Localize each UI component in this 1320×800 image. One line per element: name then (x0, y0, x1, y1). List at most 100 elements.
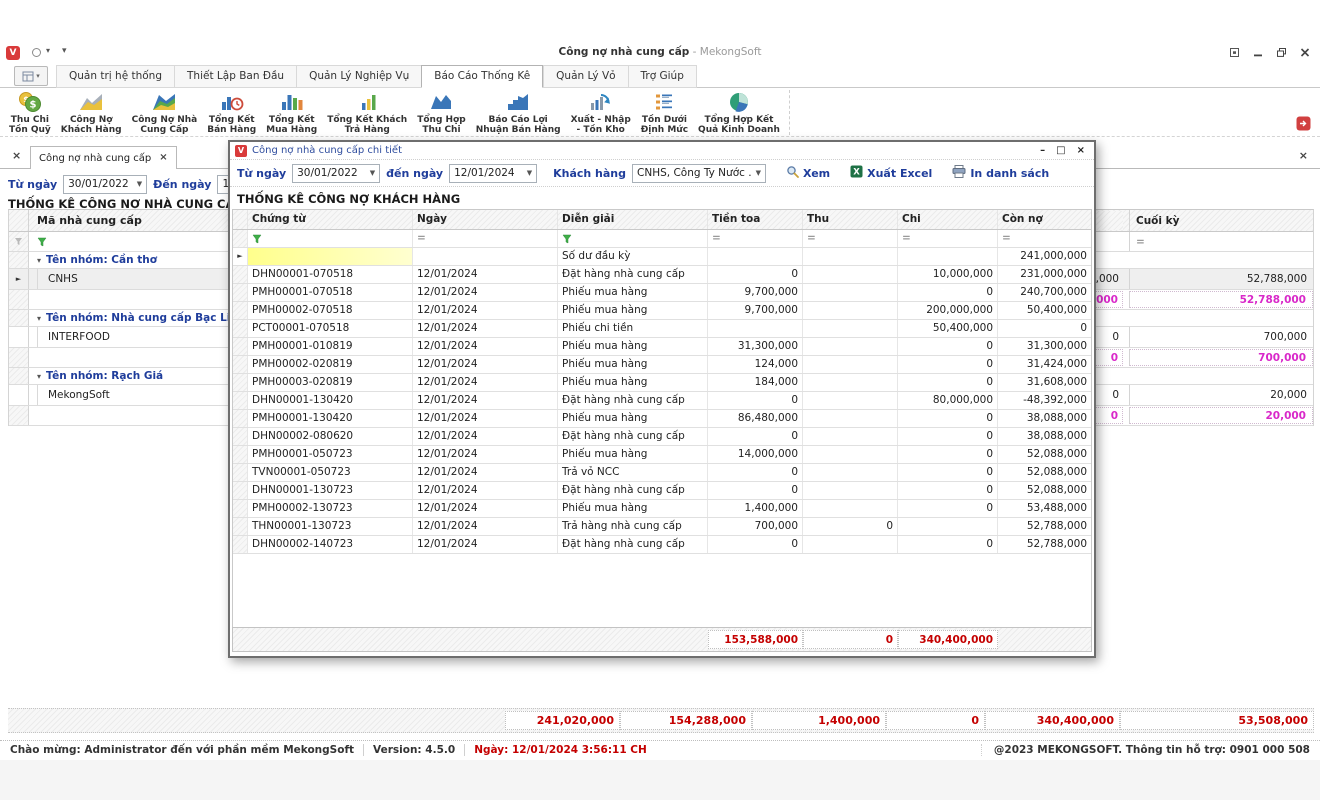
table-row[interactable]: THN00001-13072312/01/2024Trả hàng nhà cu… (233, 518, 1091, 536)
filter-cell[interactable]: = (1129, 232, 1313, 251)
cell: 80,000,000 (898, 392, 998, 409)
cell (898, 248, 998, 265)
cell: 38,088,000 (998, 428, 1091, 445)
column-header-thu[interactable]: Thu (803, 210, 898, 229)
filter-cell[interactable]: = (708, 230, 803, 247)
document-tab[interactable]: Công nợ nhà cung cấp × (30, 146, 177, 169)
ribbon-item-tổng-hợp-thu-chi[interactable]: Tổng HợpThu Chi (412, 88, 470, 135)
collapse-icon[interactable]: ▾ (37, 256, 41, 265)
ribbon-item-thu-chi-tồn-quỹ[interactable]: $$Thu ChiTồn Quỹ (4, 88, 56, 135)
column-header-còn-nợ[interactable]: Còn nợ (998, 210, 1091, 229)
filter-cell[interactable] (248, 230, 413, 247)
ribbon-item-tổng-kết-mua-hàng[interactable]: Tổng KếtMua Hàng (261, 88, 322, 135)
column-header-chi[interactable]: Chi (898, 210, 998, 229)
ribbon-item-tổng-hợp-kết-quả-kinh-doanh[interactable]: Tổng Hợp KếtQuả Kinh Doanh (693, 88, 785, 135)
application-menu-button[interactable]: ▾ (14, 66, 48, 86)
menu-tab-trợ-giúp[interactable]: Trợ Giúp (628, 65, 697, 88)
table-row[interactable]: PMH00001-13042012/01/2024Phiếu mua hàng8… (233, 410, 1091, 428)
table-row[interactable]: PCT00001-07051812/01/2024Phiếu chi tiền5… (233, 320, 1091, 338)
chevron-down-icon[interactable]: ▼ (366, 169, 379, 177)
dialog-title-bar[interactable]: V Công nợ nhà cung cấp chi tiết – □ × (230, 142, 1094, 160)
menu-tab-quản-trị-hệ-thống[interactable]: Quản trị hệ thống (56, 65, 174, 88)
cell: Trả hàng nhà cung cấp (558, 518, 708, 535)
filter-cell[interactable]: = (803, 230, 898, 247)
table-row[interactable]: DHN00002-08062012/01/2024Đặt hàng nhà cu… (233, 428, 1091, 446)
ribbon-item-công-nợ-khách-hàng[interactable]: Công NợKhách Hàng (56, 88, 127, 135)
chevron-down-icon[interactable]: ▼ (133, 180, 146, 188)
svg-text:$: $ (29, 100, 36, 111)
table-row[interactable]: PMH00001-05072312/01/2024Phiếu mua hàng1… (233, 446, 1091, 464)
table-row[interactable]: PMH00003-02081912/01/2024Phiếu mua hàng1… (233, 374, 1091, 392)
table-row[interactable]: DHN00001-13042012/01/2024Đặt hàng nhà cu… (233, 392, 1091, 410)
dialog-to-date-input[interactable]: 12/01/2024▼ (449, 164, 537, 183)
dialog-minimize-icon[interactable]: – (1040, 145, 1045, 156)
ribbon-item-label: Trả Hàng (345, 125, 390, 135)
collapse-icon[interactable]: ▾ (37, 314, 41, 323)
filter-funnel-icon[interactable] (9, 232, 29, 251)
table-row[interactable]: PMH00002-13072312/01/2024Phiếu mua hàng1… (233, 500, 1091, 518)
column-header-diễn-giải[interactable]: Diễn giải (558, 210, 708, 229)
svg-text:X: X (853, 168, 860, 178)
table-row[interactable]: PMH00002-07051812/01/2024Phiếu mua hàng9… (233, 302, 1091, 320)
tab-close-icon[interactable]: × (159, 148, 167, 168)
ribbon-exit-icon[interactable] (1296, 116, 1311, 134)
dialog-from-date-input[interactable]: 30/01/2022▼ (292, 164, 380, 183)
menu-tab-báo-cáo-thống-kê[interactable]: Báo Cáo Thống Kê (421, 65, 543, 88)
filter-cell[interactable] (558, 230, 708, 247)
menu-tab-thiết-lập-ban-đầu[interactable]: Thiết Lập Ban Đầu (174, 65, 296, 88)
row-marker-cell (9, 310, 29, 326)
close-all-tabs-icon[interactable]: × (12, 146, 21, 166)
column-header-ngày[interactable]: Ngày (413, 210, 558, 229)
ribbon-item-báo-cáo-lợi-nhuận-bán-hàng[interactable]: Báo Cáo LợiNhuận Bán Hàng (471, 88, 566, 135)
row-marker-cell (233, 464, 248, 481)
restore-icon[interactable] (1276, 47, 1287, 58)
ribbon-item-tổng-kết-bán-hàng[interactable]: Tổng KếtBán Hàng (202, 88, 261, 135)
menu-tab-quản-lý-nghiệp-vụ[interactable]: Quản Lý Nghiệp Vụ (296, 65, 421, 88)
grand-total-value: 53,508,000 (1120, 711, 1314, 730)
ribbon-item-xuất---nhập---tồn-kho[interactable]: Xuất - Nhập- Tồn Kho (566, 88, 636, 135)
close-icon[interactable] (1300, 47, 1310, 58)
ribbon-item-tổng-kết-khách-trả-hàng[interactable]: Tổng Kết KháchTrả Hàng (322, 88, 412, 135)
cell (708, 320, 803, 337)
ribbon-item-tồn-dưới-định-mức[interactable]: Tồn DướiĐịnh Mức (636, 88, 693, 135)
column-header-tiền-toa[interactable]: Tiền toa (708, 210, 803, 229)
menu-tab-quản-lý-vỏ[interactable]: Quản Lý Vỏ (543, 65, 627, 88)
chevron-down-icon[interactable]: ▼ (752, 169, 765, 177)
customer-select[interactable]: CNHS, Công Ty Nước ...▼ (632, 164, 766, 183)
ribbon-item-công-nợ-nhà-cung-cấp[interactable]: Công Nợ NhàCung Cấp (127, 88, 203, 135)
filter-cell[interactable]: = (413, 230, 558, 247)
column-header-chứng-từ[interactable]: Chứng từ (248, 210, 413, 229)
fit-window-icon[interactable] (1229, 47, 1240, 58)
export-excel-button[interactable]: X Xuất Excel (850, 165, 932, 181)
table-row[interactable]: TVN00001-05072312/01/2024Trả vỏ NCC0052,… (233, 464, 1091, 482)
table-row[interactable]: DHN00001-07051812/01/2024Đặt hàng nhà cu… (233, 266, 1091, 284)
chevron-down-icon[interactable]: ▼ (523, 169, 536, 177)
table-row[interactable]: DHN00001-13072312/01/2024Đặt hàng nhà cu… (233, 482, 1091, 500)
filter-cell[interactable]: = (998, 230, 1091, 247)
cell (708, 248, 803, 265)
cell: 52,088,000 (998, 446, 1091, 463)
cell: PMH00002-130723 (248, 500, 413, 517)
table-row[interactable]: PMH00002-02081912/01/2024Phiếu mua hàng1… (233, 356, 1091, 374)
filter-cell[interactable]: = (898, 230, 998, 247)
collapse-icon[interactable]: ▾ (37, 372, 41, 381)
dialog-close-icon[interactable]: × (1077, 145, 1085, 156)
table-row[interactable]: PMH00001-07051812/01/2024Phiếu mua hàng9… (233, 284, 1091, 302)
cell: 52,788,000 (998, 536, 1091, 553)
close-pane-icon[interactable]: × (1299, 146, 1308, 166)
table-row[interactable]: PMH00001-01081912/01/2024Phiếu mua hàng3… (233, 338, 1091, 356)
cell (248, 248, 413, 265)
minimize-icon[interactable] (1253, 47, 1263, 58)
row-marker-cell: ► (9, 269, 29, 289)
column-header-cuoi-ky[interactable]: Cuối kỳ (1129, 210, 1313, 231)
dialog-maximize-icon[interactable]: □ (1056, 145, 1065, 156)
cell: 0 (708, 536, 803, 553)
print-list-button[interactable]: In danh sách (952, 165, 1049, 181)
table-row[interactable]: DHN00002-14072312/01/2024Đặt hàng nhà cu… (233, 536, 1091, 554)
row-marker-cell (9, 348, 29, 367)
from-date-input[interactable]: 30/01/2022▼ (63, 175, 147, 194)
cell: PMH00001-010819 (248, 338, 413, 355)
view-button[interactable]: Xem (786, 165, 830, 181)
table-row[interactable]: ►Số dư đầu kỳ241,000,000 (233, 248, 1091, 266)
from-date-label: Từ ngày (8, 178, 57, 191)
